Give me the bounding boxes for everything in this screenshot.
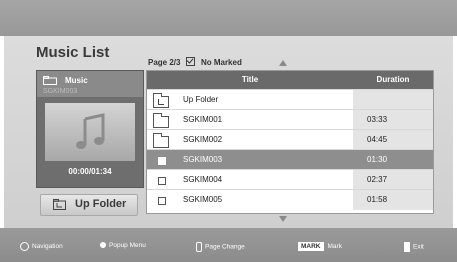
footer-exit: Exit	[404, 242, 424, 252]
mark-key-icon: MARK	[298, 242, 324, 251]
page-indicator: Page 2/3 No Marked	[148, 57, 242, 67]
row-name: SGKIM005	[183, 195, 223, 204]
file-table: Title Duration Up Folder SGKIM001 03:33 …	[146, 70, 434, 214]
table-row-selected[interactable]: SGKIM003 01:30	[147, 149, 433, 170]
top-band	[0, 0, 457, 36]
up-folder-icon	[153, 93, 169, 108]
navigation-icon	[20, 242, 29, 251]
table-row[interactable]: Up Folder	[147, 89, 433, 110]
row-duration: 04:45	[353, 130, 433, 150]
scroll-up-arrow-icon[interactable]	[279, 60, 287, 66]
footer-popup-label: Popup Menu	[109, 242, 146, 249]
checkbox-icon[interactable]	[153, 153, 169, 167]
preview-folder-name: Music	[65, 76, 88, 85]
table-row[interactable]: SGKIM001 03:33	[147, 109, 433, 130]
row-duration	[353, 90, 433, 110]
row-name: SGKIM002	[183, 135, 223, 144]
checkbox-icon[interactable]	[153, 193, 169, 207]
scroll-down-arrow-icon[interactable]	[279, 216, 287, 222]
row-duration: 01:58	[353, 190, 433, 210]
footer-navigation-label: Navigation	[32, 243, 63, 251]
table-row[interactable]: SGKIM004 02:37	[147, 169, 433, 190]
page-key-icon	[196, 242, 202, 252]
playback-time: 00:00/01:34	[68, 167, 112, 176]
folder-icon	[43, 76, 57, 85]
up-folder-icon	[53, 199, 66, 210]
table-row[interactable]: SGKIM002 04:45	[147, 129, 433, 150]
footer-popup-menu: Popup Menu	[100, 242, 146, 249]
footer-exit-label: Exit	[413, 243, 424, 251]
page-number: Page 2/3	[148, 58, 181, 67]
column-title: Title	[241, 75, 259, 84]
row-duration: 02:37	[353, 170, 433, 190]
row-duration: 03:33	[353, 110, 433, 130]
table-header: Title Duration	[147, 71, 433, 89]
page-title: Music List	[36, 44, 110, 61]
music-list-screen: Music List Music SGKIM003 00:00/01:34 Up…	[0, 0, 457, 262]
checkbox-icon[interactable]	[153, 173, 169, 187]
footer-mark-label: Mark	[327, 243, 342, 250]
footer-mark: MARK Mark	[298, 242, 342, 251]
preview-file-name: SGKIM003	[43, 88, 78, 95]
up-folder-button[interactable]: Up Folder	[40, 194, 138, 216]
up-folder-button-label: Up Folder	[75, 198, 127, 210]
footer-navigation: Navigation	[20, 242, 63, 251]
row-name: Up Folder	[183, 95, 219, 104]
marked-status: No Marked	[200, 58, 242, 67]
music-note-icon	[76, 113, 105, 149]
folder-icon	[153, 113, 169, 128]
row-name: SGKIM001	[183, 115, 223, 124]
exit-key-icon	[404, 242, 410, 252]
row-duration: 01:30	[367, 155, 388, 164]
folder-icon	[153, 133, 169, 148]
preview-header: Music SGKIM003	[37, 71, 143, 97]
preview-card: Music SGKIM003 00:00/01:34	[36, 70, 144, 188]
album-art	[45, 103, 135, 161]
footer-page-change: Page Change	[196, 242, 245, 252]
row-name: SGKIM004	[183, 175, 223, 184]
table-row[interactable]: SGKIM005 01:58	[147, 189, 433, 210]
row-name: SGKIM003	[183, 155, 223, 164]
ok-button-icon	[100, 242, 106, 249]
column-duration: Duration	[376, 75, 410, 84]
footer-page-label: Page Change	[205, 243, 245, 251]
checkbox-checked-icon	[185, 57, 195, 66]
